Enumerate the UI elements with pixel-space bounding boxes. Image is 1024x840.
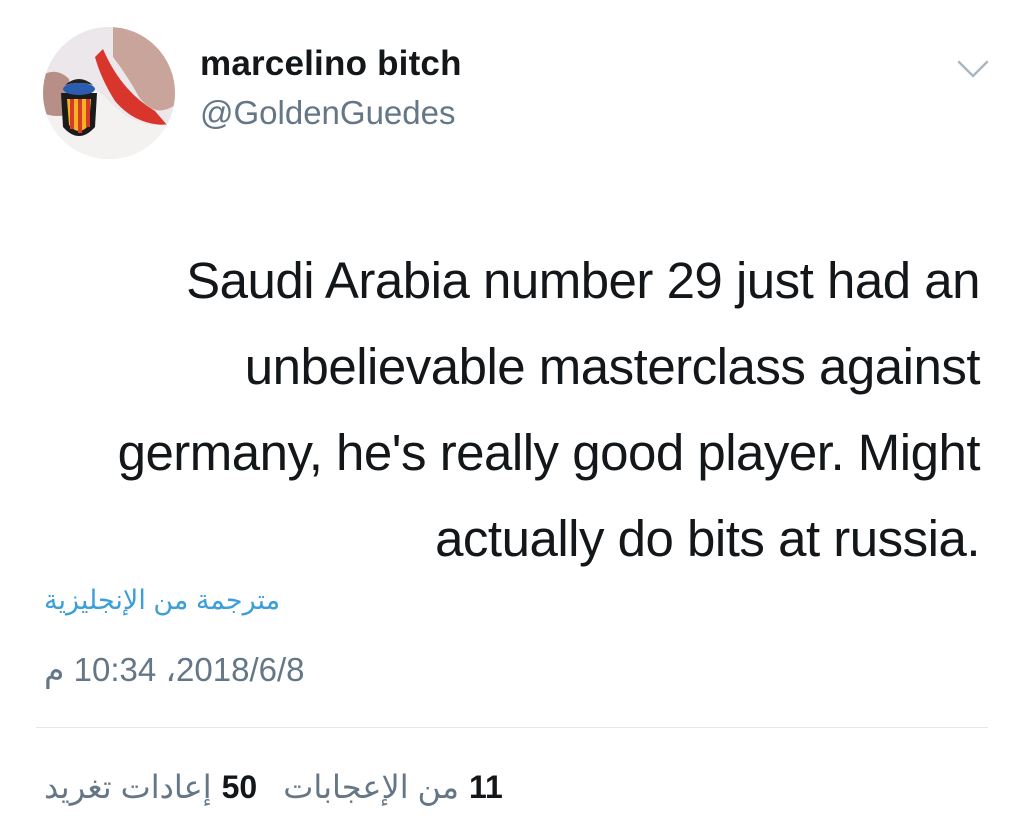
user-handle[interactable]: @GoldenGuedes [200, 94, 456, 132]
engagement-stats: 11 من الإعجابات 50إعادات تغريد [44, 768, 503, 806]
tweet-card: marcelino bitch @GoldenGuedes Saudi Arab… [0, 0, 1024, 840]
display-name[interactable]: marcelino bitch [200, 44, 462, 84]
avatar-image [43, 27, 175, 159]
likes-stat[interactable]: 11 من الإعجابات [283, 768, 503, 806]
likes-count: 11 [469, 769, 503, 805]
likes-label: من الإعجابات [283, 769, 459, 805]
retweets-count: 50 [221, 769, 258, 805]
tweet-text: Saudi Arabia number 29 just had an unbel… [117, 252, 981, 567]
divider [36, 727, 988, 728]
chevron-down-icon[interactable] [956, 58, 990, 80]
retweets-stat[interactable]: 50إعادات تغريد [44, 768, 257, 806]
translation-link[interactable]: مترجمة من الإنجليزية [44, 585, 280, 616]
tweet-timestamp[interactable]: 2018/6/8، 10:34 م [44, 650, 305, 689]
retweets-label: إعادات تغريد [44, 769, 212, 805]
timestamp-text: 2018/6/8، 10:34 م [44, 651, 305, 688]
avatar[interactable] [43, 27, 175, 159]
